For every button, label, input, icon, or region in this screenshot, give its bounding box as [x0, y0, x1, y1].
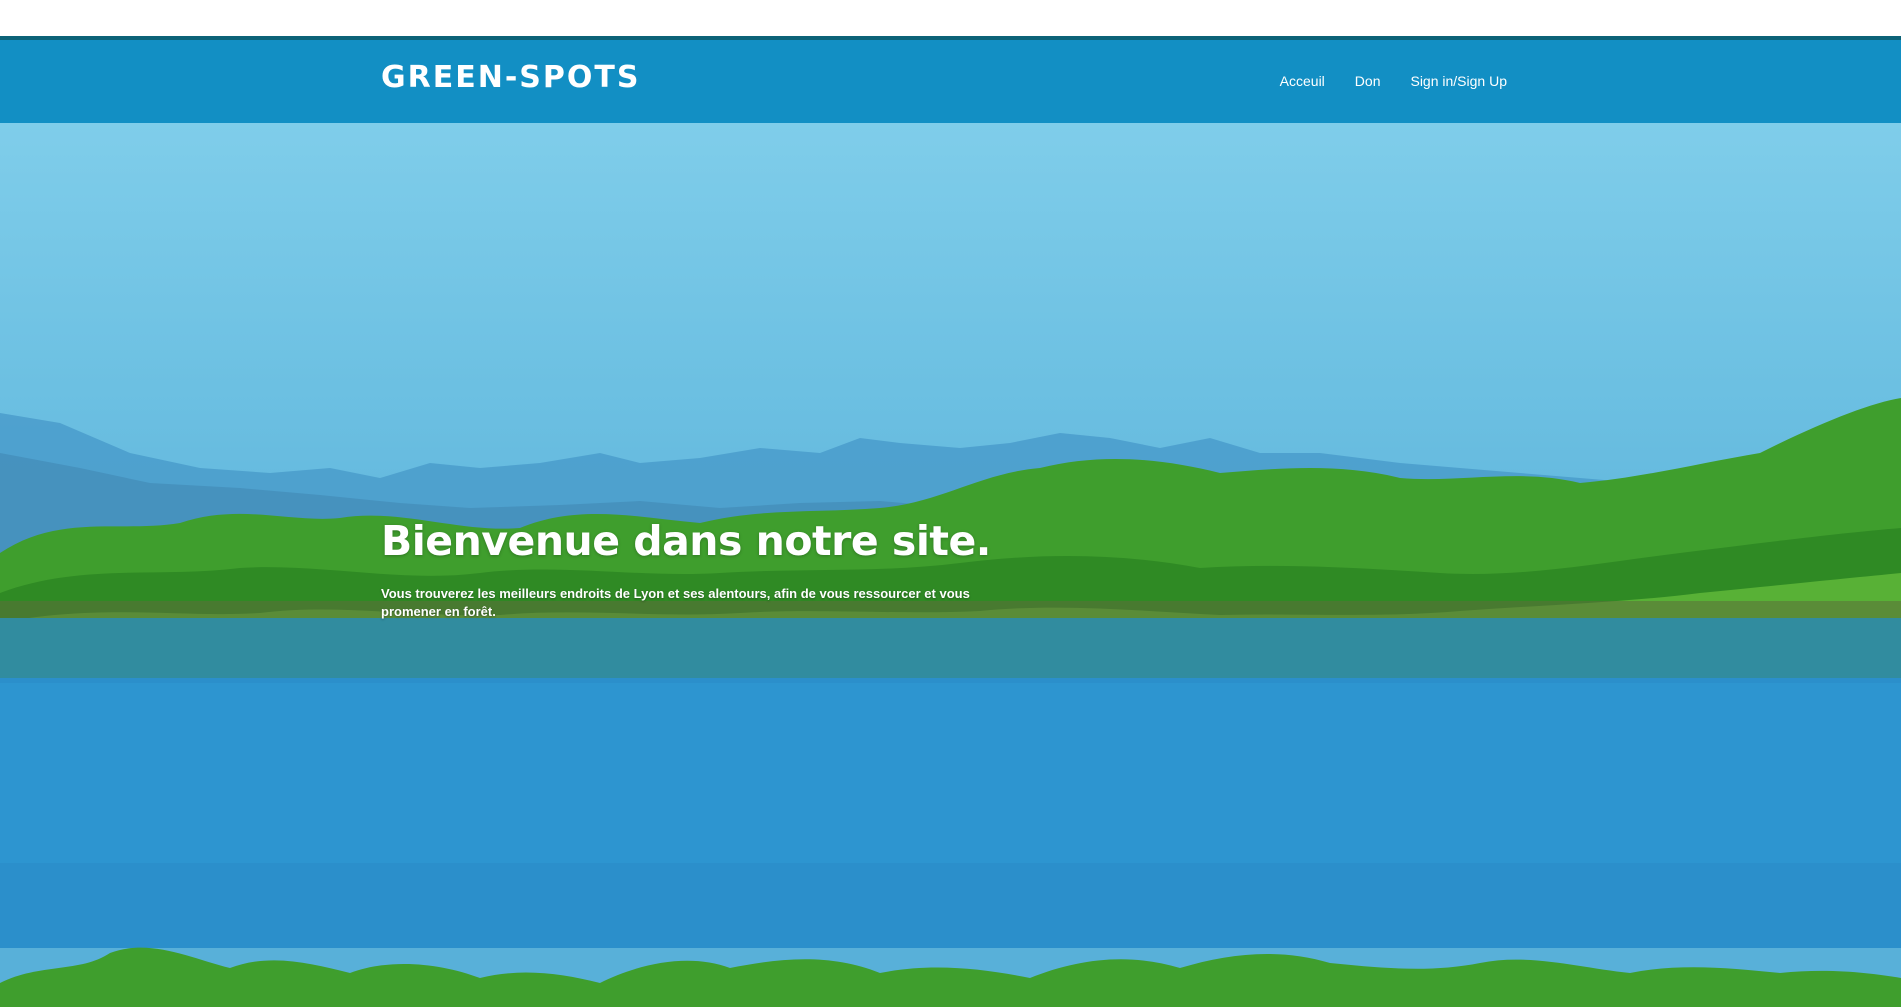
nav-links: Acceuil Don Sign in/Sign Up	[1280, 73, 1507, 89]
hero-description: Vous trouverez les meilleurs endroits de…	[381, 586, 970, 619]
hero-content: Bienvenue dans notre site. Vous trouvere…	[381, 517, 1021, 621]
hero-section: Bienvenue dans notre site. Vous trouvere…	[0, 123, 1901, 1007]
nav-link-signin-signup[interactable]: Sign in/Sign Up	[1410, 73, 1507, 89]
hero-title: Bienvenue dans notre site.	[381, 517, 991, 565]
nav-link-acceuil[interactable]: Acceuil	[1280, 73, 1325, 89]
navbar: GREEN-SPOTS Acceuil Don Sign in/Sign Up	[0, 40, 1901, 123]
top-bar	[0, 0, 1901, 36]
brand-logo[interactable]: GREEN-SPOTS	[381, 60, 640, 95]
nav-link-don[interactable]: Don	[1355, 73, 1381, 89]
